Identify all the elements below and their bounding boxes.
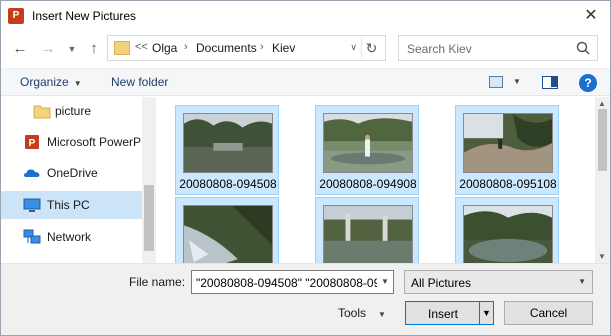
photo-thumbnail	[323, 205, 413, 263]
nav-item-label: OneDrive	[47, 166, 98, 180]
photo-thumbnail	[183, 205, 273, 263]
up-arrow-icon[interactable]: ↑	[85, 39, 103, 59]
address-bar[interactable]: << Olga › Documents › Kiev ∨ ↻	[107, 35, 386, 61]
photo-thumbnail	[183, 113, 273, 173]
onedrive-icon	[24, 169, 40, 177]
file-name-field[interactable]: "20080808-094508" "20080808-094908" "200…	[191, 270, 394, 294]
file-name-value: "20080808-094508" "20080808-094908" "200…	[196, 276, 393, 290]
file-tile[interactable]	[175, 197, 279, 263]
chevron-down-icon: ▼	[378, 310, 386, 319]
network-icon	[23, 229, 41, 244]
file-type-value: All Pictures	[411, 276, 472, 290]
file-name: 20080808-094908	[319, 177, 417, 191]
dialog-footer: File name: "20080808-094508" "20080808-0…	[1, 263, 610, 335]
file-list-scrollbar[interactable]: ▲ ▼	[595, 97, 610, 263]
powerpoint-icon: P	[8, 8, 24, 24]
nav-item-label: This PC	[47, 198, 90, 212]
help-icon[interactable]: ?	[579, 74, 597, 92]
nav-item-powerpoint[interactable]: P Microsoft PowerP	[1, 128, 142, 156]
nav-item-label: picture	[55, 104, 92, 118]
folder-icon	[114, 41, 130, 55]
search-placeholder: Search Kiev	[407, 42, 472, 56]
search-icon	[576, 41, 590, 55]
command-toolbar: Organize ▼ New folder ▼ ?	[1, 68, 610, 96]
dialog-title: Insert New Pictures	[32, 9, 137, 23]
folder-icon	[33, 105, 51, 119]
navigation-row: ← → ▼ ↑ << Olga › Documents › Kiev ∨ ↻ S…	[1, 35, 610, 63]
file-type-select[interactable]: All Pictures ▼	[404, 270, 593, 294]
chevron-down-icon: ▼	[578, 277, 586, 286]
svg-text:P: P	[29, 138, 36, 149]
insert-label: Insert	[427, 307, 458, 321]
tools-label: Tools	[338, 306, 367, 320]
file-tile[interactable]: 20080808-094508	[175, 105, 279, 195]
nav-item-picture[interactable]: picture	[1, 97, 142, 125]
file-name-dropdown-icon[interactable]: ▼	[377, 271, 393, 293]
close-button[interactable]: ✕	[580, 5, 602, 27]
cancel-button[interactable]: Cancel	[504, 301, 593, 325]
refresh-icon[interactable]: ↻	[361, 38, 381, 58]
file-name: 20080808-095108	[459, 177, 557, 191]
photo-thumbnail	[463, 205, 553, 263]
nav-item-label: Microsoft PowerP	[47, 135, 142, 149]
nav-item-this-pc[interactable]: This PC	[1, 191, 142, 219]
nav-item-label: Network	[47, 230, 92, 244]
file-tile[interactable]	[315, 197, 419, 263]
file-list-scrollbar-thumb[interactable]	[598, 109, 607, 171]
file-tile[interactable]	[455, 197, 559, 263]
breadcrumb-separator-icon[interactable]: ›	[184, 41, 188, 53]
scroll-down-icon[interactable]: ▼	[598, 252, 606, 261]
file-name-label: File name:	[129, 275, 186, 289]
chevron-down-icon: ▼	[73, 79, 82, 88]
title-bar: P Insert New Pictures ✕	[1, 1, 610, 31]
recent-locations-chevron-icon[interactable]: ▼	[63, 39, 81, 59]
breadcrumb-documents[interactable]: Documents	[196, 41, 257, 55]
organize-label: Organize	[20, 75, 69, 89]
file-name: 20080808-094508	[179, 177, 277, 191]
photo-thumbnail	[463, 113, 553, 173]
preview-pane-icon[interactable]	[542, 76, 558, 89]
photo-thumbnail	[323, 113, 413, 173]
organize-menu[interactable]: Organize ▼	[20, 75, 82, 89]
change-view-icon[interactable]	[489, 76, 503, 88]
insert-pictures-dialog: P Insert New Pictures ✕ ← → ▼ ↑ << Olga …	[0, 0, 611, 336]
file-tile[interactable]: 20080808-095108	[455, 105, 559, 195]
search-input[interactable]: Search Kiev	[398, 35, 598, 61]
nav-item-network[interactable]: Network	[1, 223, 142, 251]
breadcrumb-kiev[interactable]: Kiev	[272, 41, 295, 55]
insert-options-chevron-icon[interactable]: ▼	[479, 302, 493, 324]
new-folder-button[interactable]: New folder	[111, 75, 168, 89]
file-tile[interactable]: 20080808-094908	[315, 105, 419, 195]
file-list: 20080808-094508 20080808-094908 20080808…	[157, 97, 610, 263]
back-arrow-icon[interactable]: ←	[11, 39, 29, 59]
this-pc-icon	[23, 198, 41, 212]
powerpoint-icon: P	[25, 135, 39, 149]
view-options-chevron-icon[interactable]: ▼	[513, 77, 521, 86]
forward-arrow-icon[interactable]: →	[39, 39, 57, 59]
address-overflow[interactable]: <<	[135, 41, 148, 53]
address-dropdown-icon[interactable]: ∨	[350, 42, 357, 53]
nav-item-onedrive[interactable]: OneDrive	[1, 159, 142, 187]
navigation-pane: picture P Microsoft PowerP OneDrive This…	[1, 97, 156, 263]
scroll-up-icon[interactable]: ▲	[598, 99, 606, 108]
tools-menu[interactable]: Tools ▼	[338, 306, 386, 320]
nav-scrollbar-thumb[interactable]	[144, 185, 154, 251]
breadcrumb-separator-icon[interactable]: ›	[260, 41, 264, 53]
insert-button[interactable]: Insert ▼	[405, 301, 494, 325]
breadcrumb-olga[interactable]: Olga	[152, 41, 177, 55]
nav-scrollbar[interactable]	[142, 97, 156, 263]
